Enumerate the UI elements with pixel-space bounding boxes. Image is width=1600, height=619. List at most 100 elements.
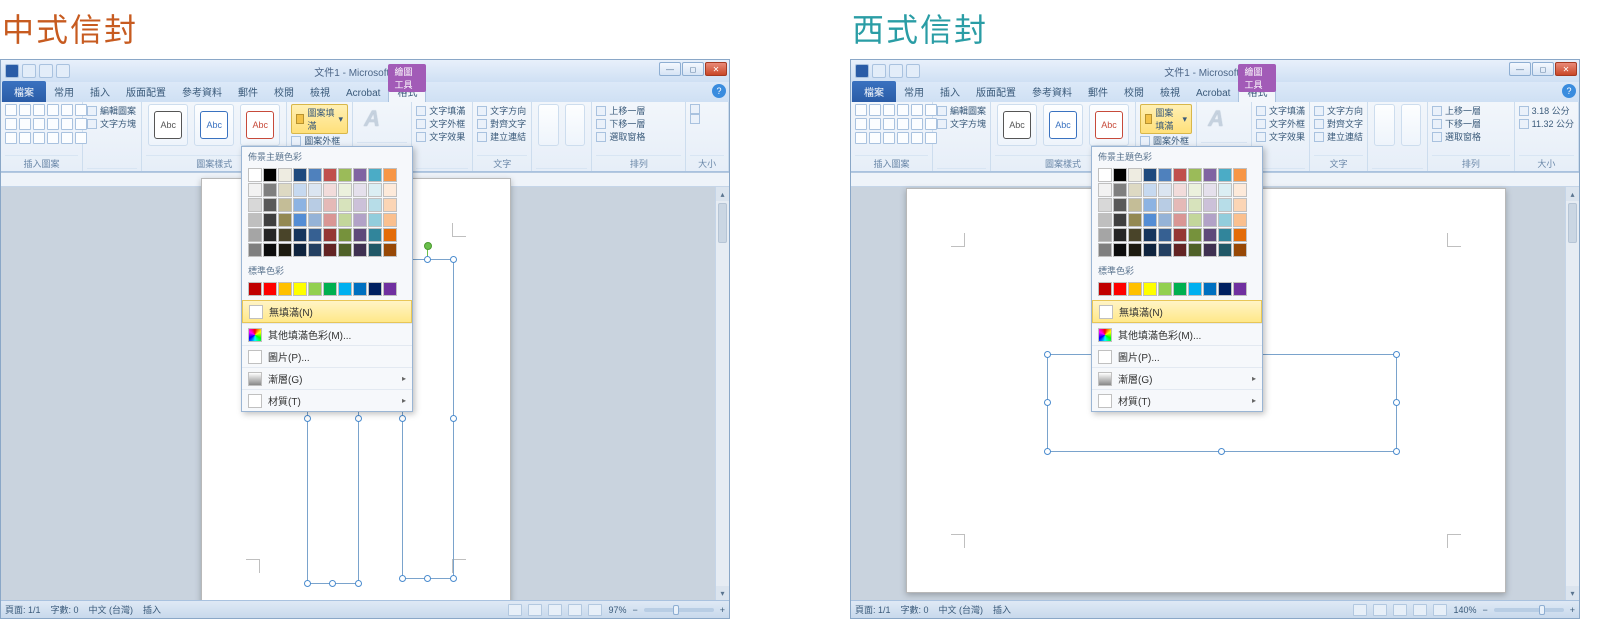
text-effects-button[interactable]: 文字效果	[416, 130, 468, 143]
view-print-layout[interactable]	[508, 604, 522, 616]
color-swatch[interactable]	[263, 228, 277, 242]
color-swatch[interactable]	[1158, 243, 1172, 257]
color-swatch[interactable]	[1113, 213, 1127, 227]
maximize-button[interactable]: ◻	[682, 62, 704, 76]
color-swatch[interactable]	[1143, 243, 1157, 257]
view-web[interactable]	[548, 604, 562, 616]
send-backward-button[interactable]: 下移一層	[1432, 117, 1510, 130]
create-link-button[interactable]: 建立連結	[477, 130, 527, 143]
color-swatch[interactable]	[338, 213, 352, 227]
color-swatch[interactable]	[368, 183, 382, 197]
color-swatch[interactable]	[1098, 183, 1112, 197]
style-preset-2[interactable]: Abc	[194, 104, 234, 146]
color-swatch[interactable]	[293, 282, 307, 296]
color-swatch[interactable]	[293, 213, 307, 227]
position-button[interactable]	[538, 104, 559, 146]
color-swatch[interactable]	[1203, 183, 1217, 197]
color-swatch[interactable]	[368, 228, 382, 242]
wrap-text-button[interactable]	[565, 104, 586, 146]
color-swatch[interactable]	[1098, 282, 1112, 296]
color-swatch[interactable]	[323, 168, 337, 182]
color-swatch[interactable]	[248, 213, 262, 227]
zoom-out-button[interactable]: −	[632, 605, 637, 615]
close-button[interactable]: ✕	[1555, 62, 1577, 76]
color-swatch[interactable]	[383, 168, 397, 182]
text-box-button[interactable]: 文字方塊	[87, 117, 137, 130]
text-outline-button[interactable]: 文字外框	[416, 117, 468, 130]
tab-insert[interactable]: 插入	[82, 81, 118, 102]
color-swatch[interactable]	[263, 282, 277, 296]
no-fill-item[interactable]: 無填滿(N)	[1092, 300, 1262, 323]
tab-review[interactable]: 校閱	[266, 81, 302, 102]
texture-fill-item[interactable]: 材質(T)▸	[242, 389, 412, 411]
save-icon[interactable]	[22, 64, 36, 78]
color-swatch[interactable]	[308, 243, 322, 257]
color-swatch[interactable]	[1188, 198, 1202, 212]
color-swatch[interactable]	[323, 282, 337, 296]
undo-icon[interactable]	[889, 64, 903, 78]
zoom-slider[interactable]	[1494, 608, 1564, 612]
color-swatch[interactable]	[1158, 213, 1172, 227]
color-swatch[interactable]	[1188, 243, 1202, 257]
color-swatch[interactable]	[263, 183, 277, 197]
color-swatch[interactable]	[1128, 243, 1142, 257]
color-swatch[interactable]	[383, 213, 397, 227]
color-swatch[interactable]	[1143, 198, 1157, 212]
text-fill-button[interactable]: 文字填滿	[1256, 104, 1305, 117]
file-tab[interactable]: 檔案	[852, 81, 896, 102]
color-swatch[interactable]	[1143, 282, 1157, 296]
status-zoom[interactable]: 140%	[1453, 605, 1476, 615]
color-swatch[interactable]	[308, 213, 322, 227]
color-swatch[interactable]	[248, 168, 262, 182]
wordart-gallery[interactable]: A	[1201, 104, 1231, 134]
zoom-slider[interactable]	[644, 608, 714, 612]
shape-gallery[interactable]	[5, 104, 78, 144]
color-swatch[interactable]	[1128, 213, 1142, 227]
undo-icon[interactable]	[39, 64, 53, 78]
color-swatch[interactable]	[1233, 198, 1247, 212]
text-direction-button[interactable]: 文字方向	[477, 104, 527, 117]
color-swatch[interactable]	[278, 168, 292, 182]
color-swatch[interactable]	[1218, 228, 1232, 242]
align-text-button[interactable]: 對齊文字	[477, 117, 527, 130]
picture-fill-item[interactable]: 圖片(P)...	[242, 345, 412, 367]
color-swatch[interactable]	[278, 183, 292, 197]
color-swatch[interactable]	[368, 213, 382, 227]
view-outline[interactable]	[568, 604, 582, 616]
size-width[interactable]	[690, 114, 724, 124]
color-swatch[interactable]	[293, 168, 307, 182]
status-zoom[interactable]: 97%	[608, 605, 626, 615]
create-link-button[interactable]: 建立連結	[1314, 130, 1363, 143]
color-swatch[interactable]	[368, 168, 382, 182]
zoom-in-button[interactable]: +	[720, 605, 725, 615]
maximize-button[interactable]: ◻	[1532, 62, 1554, 76]
color-swatch[interactable]	[1233, 228, 1247, 242]
tab-home[interactable]: 常用	[896, 81, 932, 102]
color-swatch[interactable]	[323, 243, 337, 257]
edit-shape-button[interactable]: 編輯圖案	[937, 104, 986, 117]
color-swatch[interactable]	[323, 198, 337, 212]
color-swatch[interactable]	[1203, 228, 1217, 242]
edit-shape-button[interactable]: 編輯圖案	[87, 104, 137, 117]
redo-icon[interactable]	[906, 64, 920, 78]
tab-insert[interactable]: 插入	[932, 81, 968, 102]
color-swatch[interactable]	[323, 213, 337, 227]
view-outline[interactable]	[1413, 604, 1427, 616]
color-swatch[interactable]	[368, 243, 382, 257]
color-swatch[interactable]	[1218, 198, 1232, 212]
color-swatch[interactable]	[1218, 183, 1232, 197]
tab-references[interactable]: 參考資料	[174, 81, 230, 102]
minimize-button[interactable]: —	[1509, 62, 1531, 76]
color-swatch[interactable]	[383, 183, 397, 197]
view-draft[interactable]	[588, 604, 602, 616]
zoom-in-button[interactable]: +	[1570, 605, 1575, 615]
color-swatch[interactable]	[368, 282, 382, 296]
tab-view[interactable]: 檢視	[1152, 81, 1188, 102]
color-swatch[interactable]	[278, 213, 292, 227]
color-swatch[interactable]	[1188, 183, 1202, 197]
view-draft[interactable]	[1433, 604, 1447, 616]
tab-mailings[interactable]: 郵件	[1080, 81, 1116, 102]
color-swatch[interactable]	[1098, 228, 1112, 242]
more-colors-item[interactable]: 其他填滿色彩(M)...	[1092, 323, 1262, 345]
color-swatch[interactable]	[248, 198, 262, 212]
